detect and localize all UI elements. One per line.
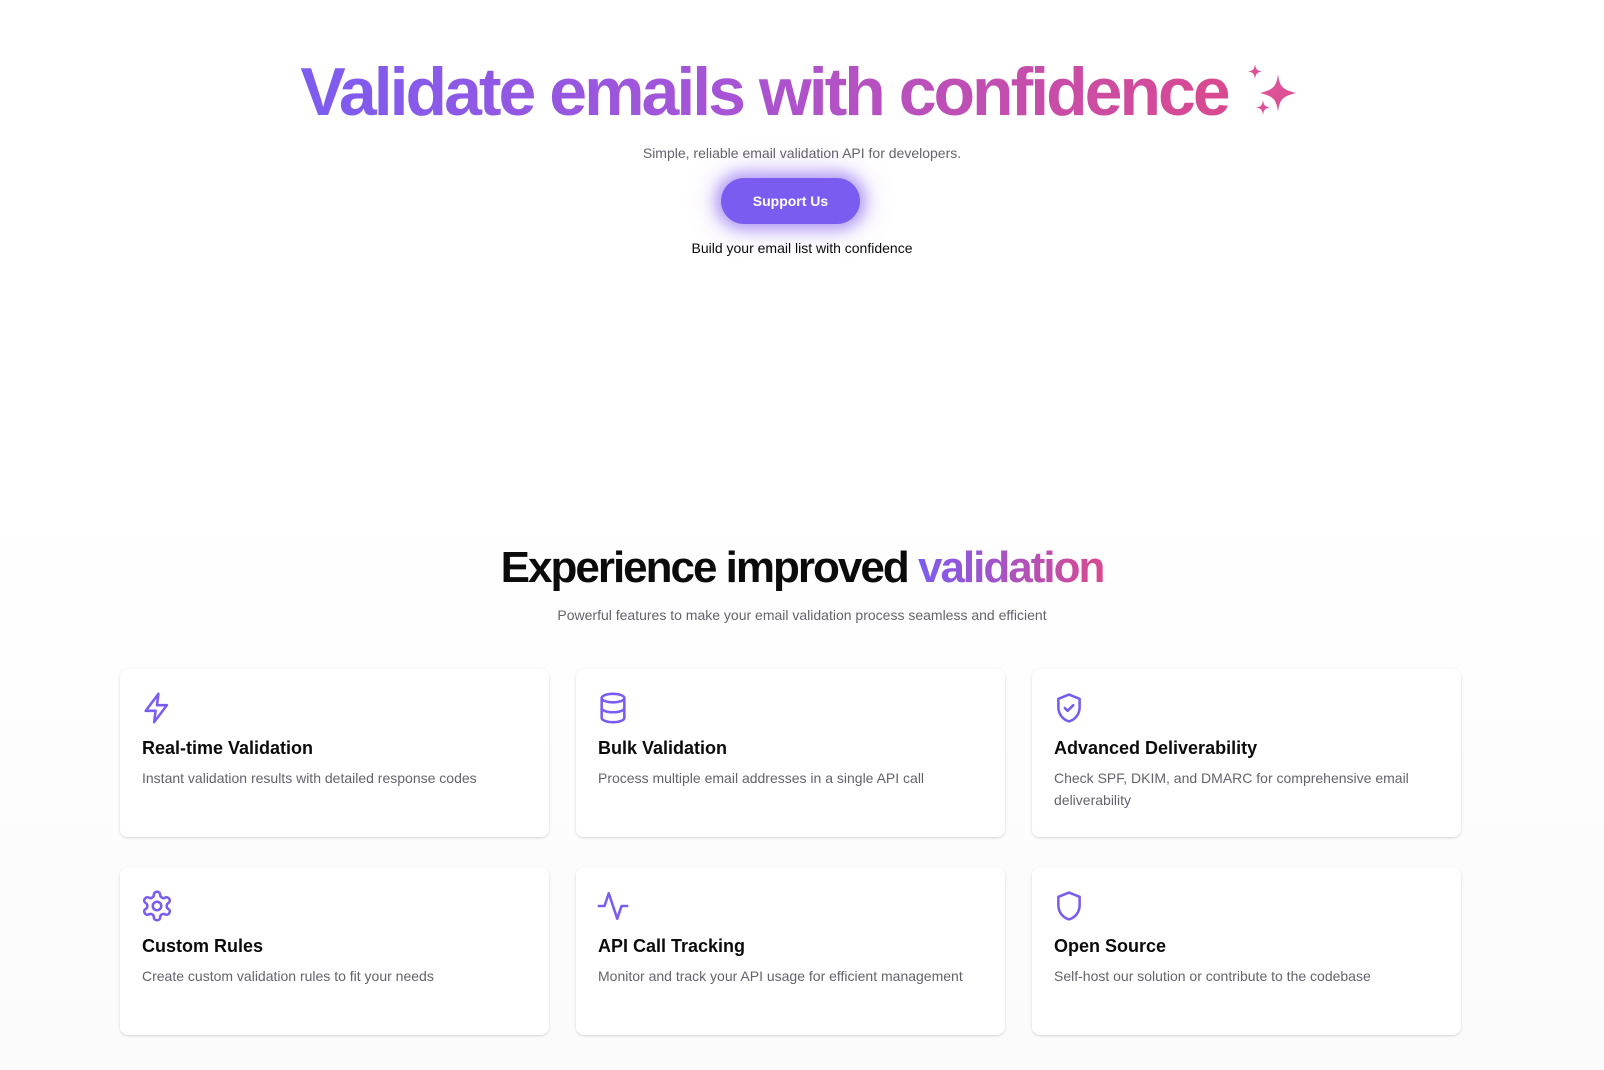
feature-title: Bulk Validation [598,738,728,758]
activity-icon [596,889,630,923]
feature-title: Real-time Validation [142,738,314,758]
feature-card-open-source: Open Source Self-host our solution or co… [1032,867,1461,1035]
support-us-button[interactable]: Support Us [721,178,860,224]
feature-title: Advanced Deliverability [1054,738,1258,758]
feature-description: Check SPF, DKIM, and DMARC for comprehen… [1054,770,1409,808]
feature-card-bulk-validation: Bulk Validation Process multiple email a… [576,669,1005,837]
features-heading: Experience improved validation [0,540,1604,596]
feature-title: API Call Tracking [598,936,746,956]
feature-description: Create custom validation rules to fit yo… [142,968,434,984]
features-grid: Real-time Validation Instant validation … [120,669,1462,1035]
feature-card-api-call-tracking: API Call Tracking Monitor and track your… [576,867,1005,1035]
features-subtitle: Powerful features to make your email val… [557,607,1047,623]
feature-card-custom-rules: Custom Rules Create custom validation ru… [120,867,549,1035]
feature-description: Self-host our solution or contribute to … [1054,968,1371,984]
feature-description: Instant validation results with detailed… [142,770,477,786]
database-icon [596,691,630,725]
feature-description: Process multiple email addresses in a si… [598,770,925,786]
features-heading-accent: validation [917,543,1105,592]
shield-icon [1052,889,1086,923]
features-heading-prefix: Experience improved [500,543,910,592]
lightning-icon [140,691,174,725]
hero-tagline: Build your email list with confidence [691,240,913,256]
hero-subtitle: Simple, reliable email validation API fo… [642,145,962,161]
feature-description: Monitor and track your API usage for eff… [598,968,963,984]
feature-title: Custom Rules [142,936,264,956]
feature-title: Open Source [1054,936,1167,956]
sparkles-icon [1242,62,1304,124]
hero-title: Validate emails with confidence [300,54,1230,130]
feature-card-real-time-validation: Real-time Validation Instant validation … [120,669,549,837]
shield-check-icon [1052,691,1086,725]
hero-title-row: Validate emails with confidence [0,52,1604,132]
gear-icon [140,889,174,923]
feature-card-advanced-deliverability: Advanced Deliverability Check SPF, DKIM,… [1032,669,1461,837]
